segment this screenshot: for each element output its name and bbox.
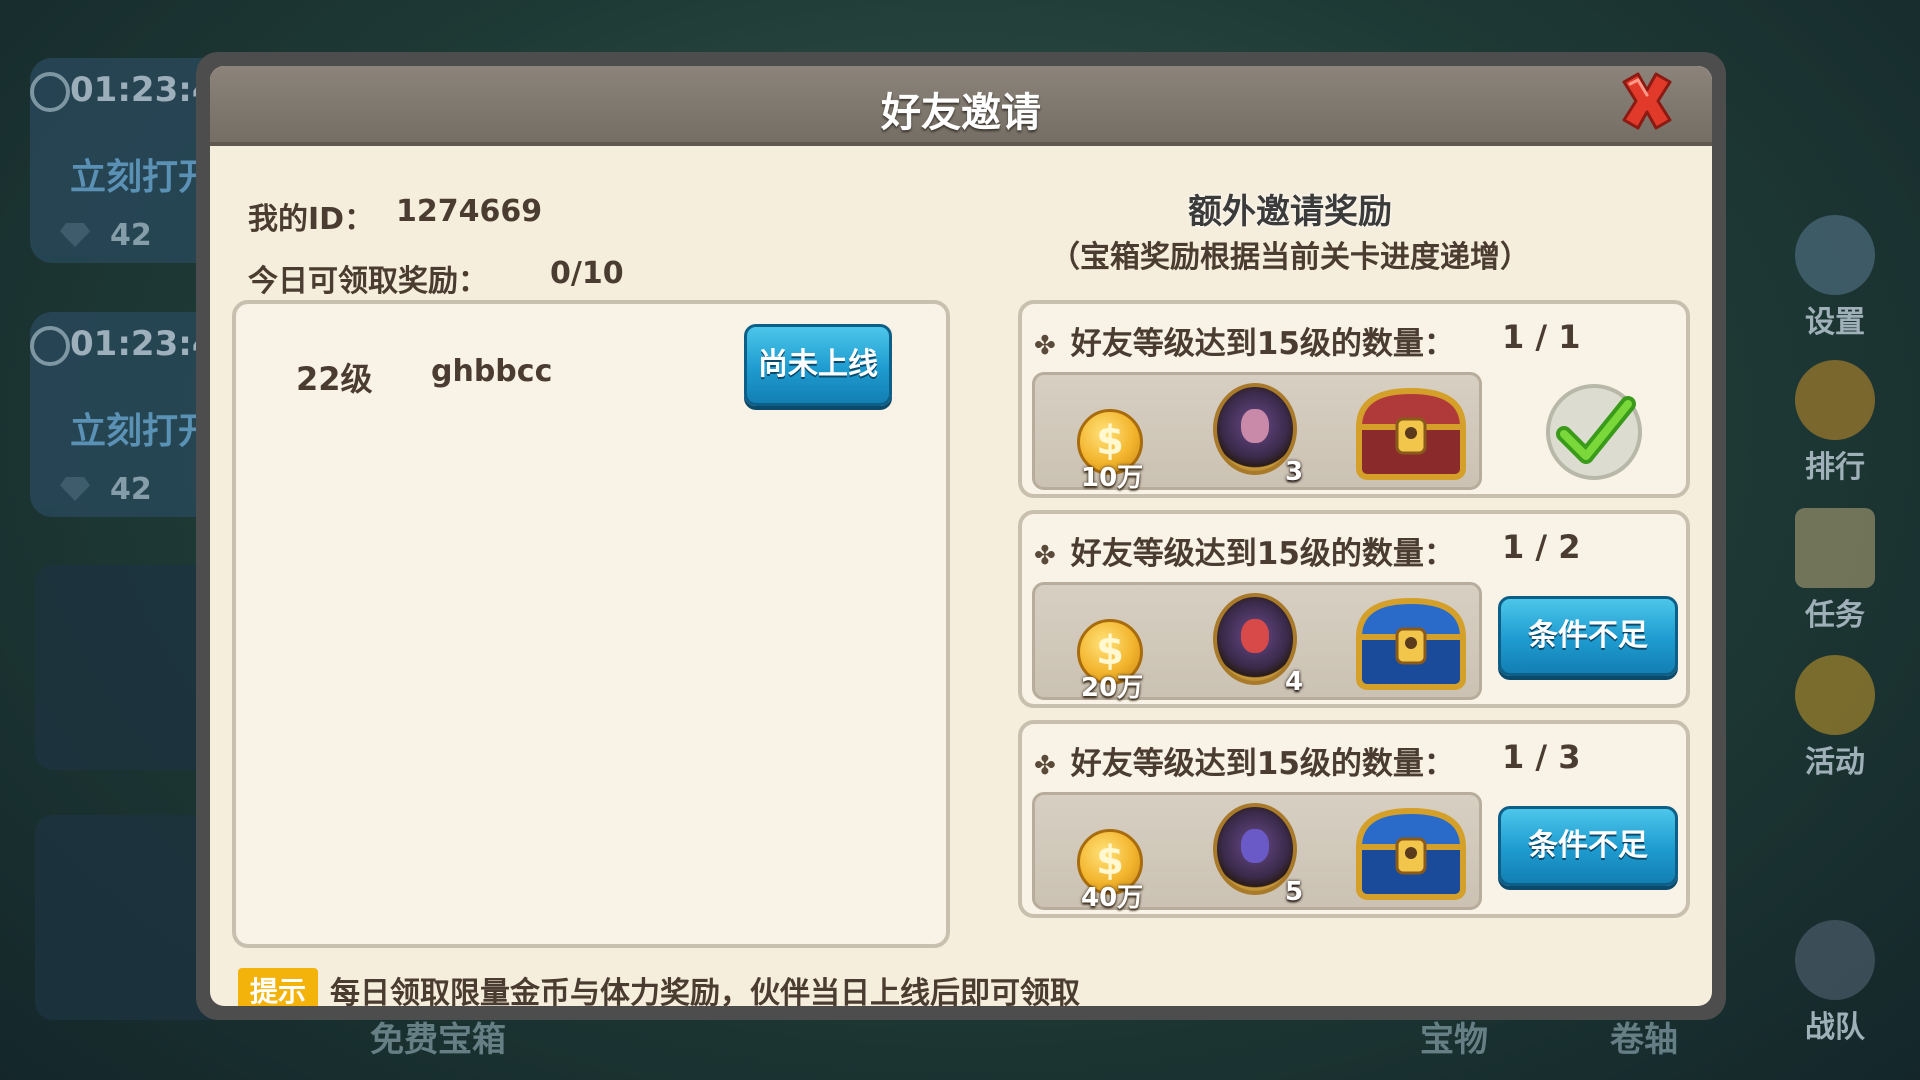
reward-row-3: ✤ 好友等级达到15级的数量： 1 / 3 $ 40万 5 条件不足 [1018, 720, 1690, 918]
side-menu-label: 设置 [1805, 305, 1865, 340]
hero-count: 4 [1285, 667, 1304, 697]
side-menu-settings[interactable]: 设置 [1775, 215, 1895, 341]
side-menu-label: 任务 [1805, 598, 1865, 633]
coin-amount: 20万 [1081, 673, 1144, 703]
reward-items: $ 10万 3 [1032, 372, 1482, 493]
extra-rewards-title: 额外邀请奖励 [1188, 192, 1392, 232]
tip-badge: 提示 [238, 968, 319, 1006]
claim-reward-button[interactable]: 条件不足 [1498, 806, 1678, 886]
my-id-row: 我的ID： 1274669 [248, 194, 542, 238]
friend-list[interactable]: 22级 ghbbcc 尚未上线 [232, 300, 950, 948]
gem-icon [60, 477, 90, 501]
friend-offline-button[interactable]: 尚未上线 [744, 324, 892, 406]
friend-name: ghbbcc [431, 354, 553, 389]
helmet-icon [1795, 920, 1875, 1000]
coin-amount: 40万 [1081, 883, 1144, 913]
today-rewards-value: 0/10 [550, 256, 624, 291]
hero-count: 5 [1285, 877, 1304, 907]
open-now-label: 立刻打开 [70, 411, 215, 452]
dialog-title: 好友邀请 [881, 90, 1041, 136]
reward-row-1: ✤ 好友等级达到15级的数量： 1 / 1 $ 10万 3 [1018, 300, 1690, 498]
friend-invite-dialog: 好友邀请 我的ID： 1274669 今日可领取奖励： 0/10 22级 ghb… [196, 52, 1726, 1020]
my-id-label: 我的ID： [248, 202, 375, 237]
reward-condition: ✤ 好友等级达到15级的数量： [1034, 536, 1455, 572]
tip-bar: 提示 每日领取限量金币与体力奖励，伙伴当日上线后即可领取 [238, 968, 1080, 1006]
coin-amount: 10万 [1081, 463, 1144, 493]
dialog-body: 好友邀请 我的ID： 1274669 今日可领取奖励： 0/10 22级 ghb… [210, 66, 1712, 1006]
red-chest-icon [1355, 387, 1467, 480]
side-menu-events[interactable]: 活动 [1775, 655, 1895, 781]
side-menu-ranking[interactable]: 排行 [1775, 360, 1895, 486]
side-menu-label: 活动 [1805, 745, 1865, 780]
gem-count: 42 [110, 218, 152, 253]
tip-text: 每日领取限量金币与体力奖励，伙伴当日上线后即可领取 [330, 976, 1081, 1006]
side-menu-tasks[interactable]: 任务 [1775, 508, 1895, 634]
blue-chest-icon [1355, 807, 1467, 900]
claimed-check-icon [1546, 384, 1642, 480]
clover-icon: ✤ [1034, 541, 1056, 571]
reward-items: $ 20万 4 [1032, 582, 1482, 703]
open-now-label: 立刻打开 [70, 157, 215, 198]
claim-reward-button[interactable]: 条件不足 [1498, 596, 1678, 676]
extra-rewards-subtitle: （宝箱奖励根据当前关卡进度递增） [1050, 240, 1530, 275]
chest-timer: 01:23:4 [70, 324, 216, 364]
gem-icon [60, 223, 90, 247]
trophy-icon [1795, 360, 1875, 440]
side-menu-label: 排行 [1805, 450, 1865, 485]
clover-icon: ✤ [1034, 751, 1056, 781]
dialog-titlebar: 好友邀请 [210, 66, 1712, 146]
blue-chest-icon [1355, 597, 1467, 690]
gear-icon [1795, 215, 1875, 295]
clock-icon [30, 72, 70, 112]
reward-progress: 1 / 3 [1502, 738, 1581, 776]
side-menu-team[interactable]: 战队 [1775, 920, 1895, 1046]
my-id-value: 1274669 [396, 194, 543, 229]
friend-level: 22级 [296, 360, 373, 398]
chest-timer: 01:23:4 [70, 70, 216, 110]
bell-icon [1795, 655, 1875, 735]
side-menu-label: 战队 [1805, 1010, 1865, 1045]
clock-icon [30, 326, 70, 366]
today-rewards-label: 今日可领取奖励： [248, 264, 488, 299]
close-icon[interactable] [1614, 68, 1680, 134]
today-rewards-row: 今日可领取奖励： 0/10 [248, 256, 624, 300]
scroll-icon [1795, 508, 1875, 588]
clover-icon: ✤ [1034, 331, 1056, 361]
reward-items: $ 40万 5 [1032, 792, 1482, 913]
reward-progress: 1 / 2 [1502, 528, 1581, 566]
hero-count: 3 [1285, 457, 1304, 487]
reward-row-2: ✤ 好友等级达到15级的数量： 1 / 2 $ 20万 4 条件不足 [1018, 510, 1690, 708]
reward-progress: 1 / 1 [1502, 318, 1581, 356]
reward-condition: ✤ 好友等级达到15级的数量： [1034, 326, 1455, 362]
gem-count: 42 [110, 472, 152, 507]
reward-condition: ✤ 好友等级达到15级的数量： [1034, 746, 1455, 782]
